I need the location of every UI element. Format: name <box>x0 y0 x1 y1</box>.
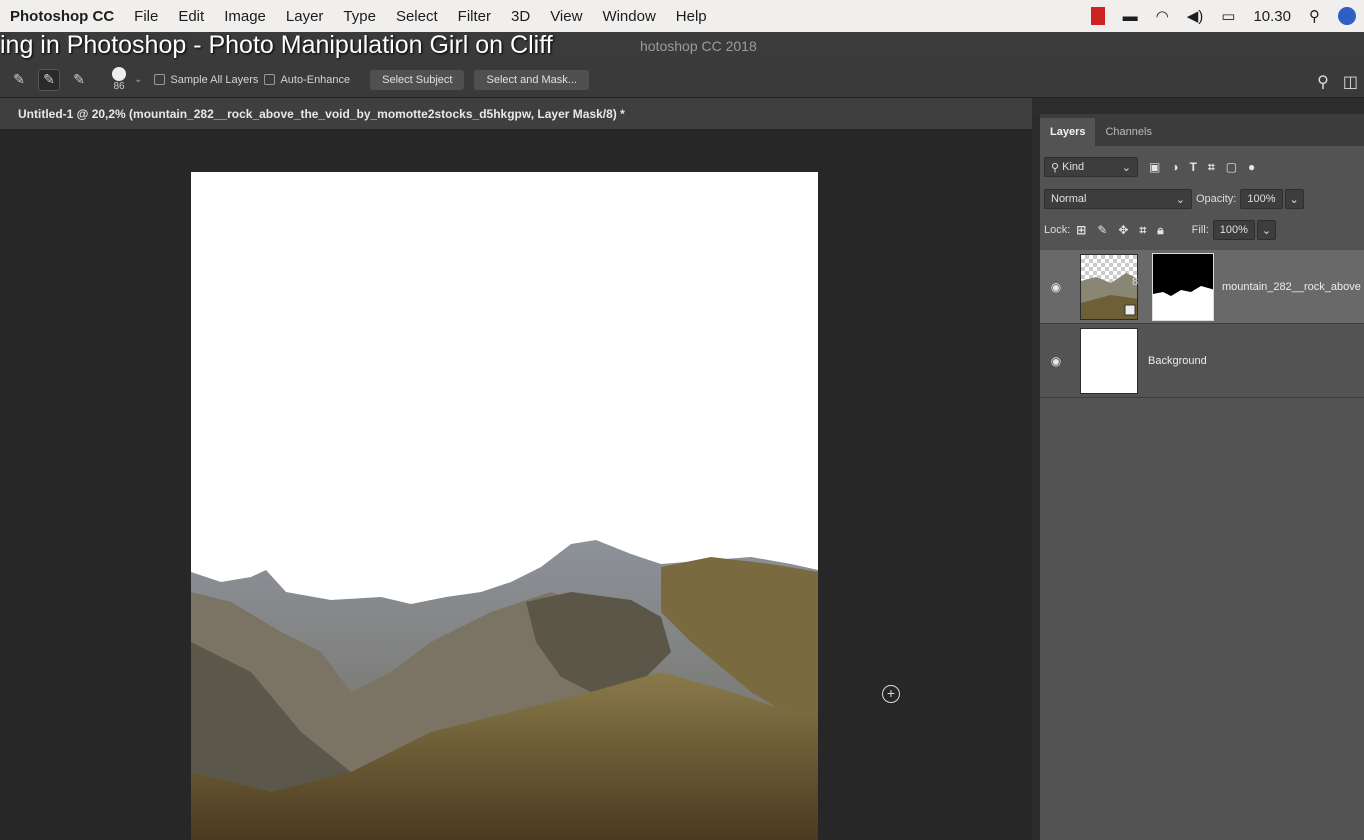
menu-select[interactable]: Select <box>396 8 438 25</box>
lock-all-icon[interactable]: 🔒︎ <box>1157 223 1163 238</box>
menu-file[interactable]: File <box>134 8 158 25</box>
options-bar: ✎ ✎ ✎ 86 ⌄ Sample All Layers Auto-Enhanc… <box>0 62 1364 98</box>
tab-layers[interactable]: Layers <box>1040 118 1096 146</box>
shape-layer-filter-icon[interactable]: ⌗ <box>1208 160 1215 175</box>
layers-panel: Layers Channels ⚲ Kind ⌄ ▣ ◑ T ⌗ ▢ ● Nor… <box>1040 114 1364 840</box>
brush-cursor-icon: + <box>882 685 900 703</box>
video-title-overlay: ing in Photoshop - Photo Manipulation Gi… <box>0 31 553 59</box>
menu-3d[interactable]: 3D <box>511 8 530 25</box>
lock-position-icon[interactable]: ✥ <box>1118 223 1128 237</box>
brush-tip-icon <box>112 67 126 81</box>
display-icon[interactable]: ▬ <box>1123 8 1138 25</box>
sample-all-layers-checkbox[interactable] <box>154 74 166 85</box>
battery-icon[interactable]: ▭ <box>1221 7 1235 25</box>
menu-image[interactable]: Image <box>224 8 266 25</box>
add-to-selection-brush-icon[interactable]: ✎ <box>38 68 60 91</box>
mask-link-icon[interactable]: 8 <box>1132 276 1138 288</box>
layer-thumbnail[interactable] <box>1080 327 1138 394</box>
menu-edit[interactable]: Edit <box>178 8 204 25</box>
thumbnail-image <box>1081 272 1137 319</box>
pixel-layer-filter-icon[interactable]: ▣ <box>1149 160 1160 174</box>
auto-enhance-checkbox[interactable] <box>264 74 276 85</box>
filter-kind-value: Kind <box>1062 161 1085 173</box>
search-icon: ⚲ <box>1051 161 1060 174</box>
menu-window[interactable]: Window <box>602 8 655 25</box>
user-icon[interactable] <box>1338 7 1356 25</box>
opacity-value: 100% <box>1247 193 1276 205</box>
menu-layer[interactable]: Layer <box>286 8 324 25</box>
layer-name[interactable]: mountain_282__rock_above <box>1222 281 1361 293</box>
options-right-icons: ⚲ ◫ <box>1317 72 1358 92</box>
filter-kind-select[interactable]: ⚲ Kind ⌄ <box>1044 157 1138 177</box>
mountain-image <box>191 540 818 840</box>
opacity-dropdown[interactable]: ⌄ <box>1284 189 1304 209</box>
chevron-down-icon: ⌄ <box>1121 161 1131 174</box>
adjustment-layer-filter-icon[interactable]: ◑ <box>1171 160 1178 174</box>
blend-row: Normal ⌄ Opacity: 100% ⌄ <box>1040 184 1364 214</box>
layer-thumbnail[interactable] <box>1080 253 1138 320</box>
layer-row[interactable]: ◉ 8 mountain_282__rock_above <box>1040 250 1364 324</box>
blend-mode-value: Normal <box>1051 193 1087 205</box>
opacity-field[interactable]: 100% <box>1240 189 1283 209</box>
panel-divider[interactable] <box>1032 114 1040 840</box>
select-subject-button[interactable]: Select Subject <box>370 69 465 90</box>
workspace-icon[interactable]: ◫ <box>1343 72 1358 92</box>
layer-row[interactable]: ◉ Background <box>1040 324 1364 398</box>
lock-label: Lock: <box>1044 224 1071 236</box>
status-area: ▬ ◠ ◀) ▭ 10.30 ⚲ <box>1090 0 1356 32</box>
wifi-icon[interactable]: ◠ <box>1156 7 1169 25</box>
volume-icon[interactable]: ◀) <box>1187 7 1204 25</box>
document-tab-label: Untitled-1 @ 20,2% (mountain_282__rock_a… <box>18 107 625 121</box>
search-icon[interactable]: ⚲ <box>1317 72 1329 92</box>
visibility-eye-icon[interactable]: ◉ <box>1042 354 1070 368</box>
layer-name[interactable]: Background <box>1148 355 1207 367</box>
subtract-selection-brush-icon[interactable]: ✎ <box>68 69 90 91</box>
record-icon[interactable] <box>1090 7 1105 25</box>
smart-object-filter-icon[interactable]: ▢ <box>1226 160 1237 174</box>
document-tab[interactable]: Untitled-1 @ 20,2% (mountain_282__rock_a… <box>0 98 1032 130</box>
menu-help[interactable]: Help <box>676 8 707 25</box>
menu-filter[interactable]: Filter <box>458 8 491 25</box>
lock-artboard-icon[interactable]: ⌗ <box>1139 223 1146 238</box>
tab-channels[interactable]: Channels <box>1095 118 1161 146</box>
panel-header-strip <box>1032 98 1364 114</box>
document-canvas[interactable] <box>191 172 818 840</box>
menu-view[interactable]: View <box>550 8 582 25</box>
fill-field[interactable]: 100% <box>1212 220 1255 240</box>
type-layer-filter-icon[interactable]: T <box>1190 160 1197 174</box>
chevron-down-icon: ⌄ <box>1175 193 1185 206</box>
layer-mask-thumbnail[interactable] <box>1152 252 1214 321</box>
panel-tabs: Layers Channels <box>1040 114 1364 146</box>
app-menu[interactable]: Photoshop CC <box>10 8 114 25</box>
sample-all-layers-label: Sample All Layers <box>170 73 259 86</box>
mac-menu-bar: Photoshop CC File Edit Image Layer Type … <box>0 0 1364 32</box>
layer-filter-row: ⚲ Kind ⌄ ▣ ◑ T ⌗ ▢ ● <box>1040 152 1364 182</box>
window-title: hotoshop CC 2018 <box>640 38 757 54</box>
select-and-mask-button[interactable]: Select and Mask... <box>474 69 589 90</box>
clock: 10.30 <box>1253 7 1291 25</box>
menu-type[interactable]: Type <box>343 8 376 25</box>
filter-toggle-icon[interactable]: ● <box>1248 160 1255 174</box>
visibility-eye-icon[interactable]: ◉ <box>1042 280 1070 294</box>
search-icon[interactable]: ⚲ <box>1309 7 1320 25</box>
mask-shape <box>1153 285 1213 320</box>
lock-image-icon[interactable]: ✎ <box>1097 223 1107 237</box>
fill-value: 100% <box>1219 224 1248 236</box>
opacity-label: Opacity: <box>1196 193 1237 205</box>
new-selection-brush-icon[interactable]: ✎ <box>8 69 30 91</box>
chevron-down-icon[interactable]: ⌄ <box>134 74 142 85</box>
lock-transparent-icon[interactable]: ⊞ <box>1076 223 1086 237</box>
auto-enhance-label: Auto-Enhance <box>280 73 351 86</box>
fill-dropdown[interactable]: ⌄ <box>1256 220 1277 240</box>
lock-row: Lock: ⊞ ✎ ✥ ⌗ 🔒︎ Fill: 100% ⌄ <box>1040 215 1364 245</box>
brush-size-value: 86 <box>113 81 125 92</box>
brush-size-picker[interactable]: 86 <box>108 67 130 92</box>
blend-mode-select[interactable]: Normal ⌄ <box>1044 189 1192 209</box>
fill-label: Fill: <box>1191 224 1209 236</box>
